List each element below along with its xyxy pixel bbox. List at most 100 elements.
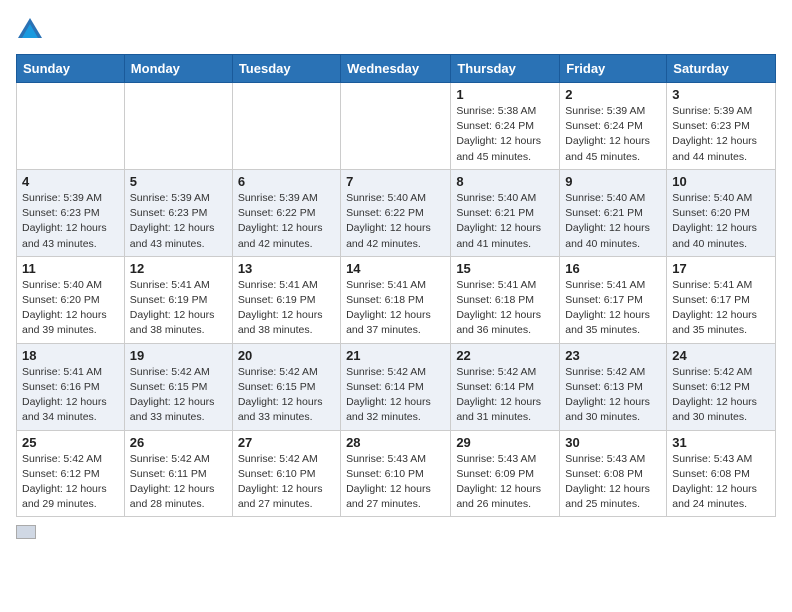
day-info: Sunrise: 5:43 AM Sunset: 6:10 PM Dayligh… [346, 452, 445, 513]
footer [16, 525, 776, 539]
day-number: 7 [346, 174, 445, 189]
day-info: Sunrise: 5:42 AM Sunset: 6:12 PM Dayligh… [22, 452, 119, 513]
day-info: Sunrise: 5:40 AM Sunset: 6:22 PM Dayligh… [346, 191, 445, 252]
day-number: 21 [346, 348, 445, 363]
day-info: Sunrise: 5:41 AM Sunset: 6:19 PM Dayligh… [130, 278, 227, 339]
calendar-cell: 11 Sunrise: 5:40 AM Sunset: 6:20 PM Dayli… [17, 256, 125, 343]
day-number: 29 [456, 435, 554, 450]
day-info: Sunrise: 5:42 AM Sunset: 6:11 PM Dayligh… [130, 452, 227, 513]
calendar-cell: 6Sunrise: 5:39 AM Sunset: 6:22 PM Daylig… [232, 169, 340, 256]
day-number: 2 [565, 87, 661, 102]
calendar-cell [341, 83, 451, 170]
weekday-header-sunday: Sunday [17, 55, 125, 83]
day-number: 18 [22, 348, 119, 363]
calendar-cell: 17 Sunrise: 5:41 AM Sunset: 6:17 PM Dayli… [667, 256, 776, 343]
day-info: Sunrise: 5:42 AM Sunset: 6:14 PM Dayligh… [346, 365, 445, 426]
day-number: 19 [130, 348, 227, 363]
day-number: 17 [672, 261, 770, 276]
day-number: 30 [565, 435, 661, 450]
calendar-cell: 31 Sunrise: 5:43 AM Sunset: 6:08 PM Dayli… [667, 430, 776, 517]
weekday-header-friday: Friday [560, 55, 667, 83]
calendar-cell [232, 83, 340, 170]
day-info: Sunrise: 5:40 AM Sunset: 6:20 PM Dayligh… [22, 278, 119, 339]
day-number: 8 [456, 174, 554, 189]
day-info: Sunrise: 5:43 AM Sunset: 6:08 PM Dayligh… [565, 452, 661, 513]
calendar-cell: 25 Sunrise: 5:42 AM Sunset: 6:12 PM Dayli… [17, 430, 125, 517]
calendar-cell: 26 Sunrise: 5:42 AM Sunset: 6:11 PM Dayli… [124, 430, 232, 517]
day-number: 24 [672, 348, 770, 363]
calendar-cell: 3 Sunrise: 5:39 AM Sunset: 6:23 PM Daylig… [667, 83, 776, 170]
day-info: Sunrise: 5:42 AM Sunset: 6:10 PM Dayligh… [238, 452, 335, 513]
day-number: 9 [565, 174, 661, 189]
day-info: Sunrise: 5:41 AM Sunset: 6:19 PM Dayligh… [238, 278, 335, 339]
calendar-cell: 8 Sunrise: 5:40 AM Sunset: 6:21 PM Daylig… [451, 169, 560, 256]
calendar-cell: 9 Sunrise: 5:40 AM Sunset: 6:21 PM Daylig… [560, 169, 667, 256]
calendar-cell: 13 Sunrise: 5:41 AM Sunset: 6:19 PM Dayli… [232, 256, 340, 343]
day-info: Sunrise: 5:38 AM Sunset: 6:24 PM Dayligh… [456, 104, 554, 165]
daylight-swatch [16, 525, 36, 539]
calendar-cell: 30 Sunrise: 5:43 AM Sunset: 6:08 PM Dayli… [560, 430, 667, 517]
day-number: 25 [22, 435, 119, 450]
calendar-cell: 27Sunrise: 5:42 AM Sunset: 6:10 PM Dayli… [232, 430, 340, 517]
day-info: Sunrise: 5:39 AM Sunset: 6:23 PM Dayligh… [672, 104, 770, 165]
calendar-week-2: 4 Sunrise: 5:39 AM Sunset: 6:23 PM Daylig… [17, 169, 776, 256]
day-info: Sunrise: 5:43 AM Sunset: 6:08 PM Dayligh… [672, 452, 770, 513]
page-header [16, 16, 776, 44]
calendar-cell: 21 Sunrise: 5:42 AM Sunset: 6:14 PM Dayli… [341, 343, 451, 430]
weekday-header-saturday: Saturday [667, 55, 776, 83]
day-number: 26 [130, 435, 227, 450]
day-number: 4 [22, 174, 119, 189]
day-number: 20 [238, 348, 335, 363]
calendar-cell: 1 Sunrise: 5:38 AM Sunset: 6:24 PM Daylig… [451, 83, 560, 170]
day-info: Sunrise: 5:39 AM Sunset: 6:24 PM Dayligh… [565, 104, 661, 165]
weekday-header-wednesday: Wednesday [341, 55, 451, 83]
calendar-cell: 14 Sunrise: 5:41 AM Sunset: 6:18 PM Dayli… [341, 256, 451, 343]
day-number: 22 [456, 348, 554, 363]
calendar-week-5: 25 Sunrise: 5:42 AM Sunset: 6:12 PM Dayli… [17, 430, 776, 517]
day-number: 3 [672, 87, 770, 102]
day-number: 13 [238, 261, 335, 276]
day-info: Sunrise: 5:42 AM Sunset: 6:14 PM Dayligh… [456, 365, 554, 426]
day-info: Sunrise: 5:40 AM Sunset: 6:20 PM Dayligh… [672, 191, 770, 252]
day-info: Sunrise: 5:41 AM Sunset: 6:16 PM Dayligh… [22, 365, 119, 426]
day-number: 10 [672, 174, 770, 189]
day-info: Sunrise: 5:42 AM Sunset: 6:13 PM Dayligh… [565, 365, 661, 426]
logo-icon [16, 16, 44, 44]
weekday-header-monday: Monday [124, 55, 232, 83]
day-info: Sunrise: 5:41 AM Sunset: 6:18 PM Dayligh… [456, 278, 554, 339]
calendar-week-3: 11 Sunrise: 5:40 AM Sunset: 6:20 PM Dayli… [17, 256, 776, 343]
calendar-cell: 23 Sunrise: 5:42 AM Sunset: 6:13 PM Dayli… [560, 343, 667, 430]
day-number: 14 [346, 261, 445, 276]
day-info: Sunrise: 5:42 AM Sunset: 6:15 PM Dayligh… [130, 365, 227, 426]
day-number: 12 [130, 261, 227, 276]
day-info: Sunrise: 5:41 AM Sunset: 6:17 PM Dayligh… [672, 278, 770, 339]
calendar-cell: 10 Sunrise: 5:40 AM Sunset: 6:20 PM Dayli… [667, 169, 776, 256]
calendar-cell [17, 83, 125, 170]
calendar-cell: 22 Sunrise: 5:42 AM Sunset: 6:14 PM Dayli… [451, 343, 560, 430]
day-info: Sunrise: 5:40 AM Sunset: 6:21 PM Dayligh… [565, 191, 661, 252]
calendar-cell: 20 Sunrise: 5:42 AM Sunset: 6:15 PM Dayli… [232, 343, 340, 430]
day-number: 11 [22, 261, 119, 276]
calendar-cell: 16Sunrise: 5:41 AM Sunset: 6:17 PM Dayli… [560, 256, 667, 343]
day-number: 31 [672, 435, 770, 450]
day-info: Sunrise: 5:42 AM Sunset: 6:15 PM Dayligh… [238, 365, 335, 426]
day-number: 28 [346, 435, 445, 450]
calendar-week-4: 18 Sunrise: 5:41 AM Sunset: 6:16 PM Dayli… [17, 343, 776, 430]
calendar-cell: 15 Sunrise: 5:41 AM Sunset: 6:18 PM Dayli… [451, 256, 560, 343]
day-info: Sunrise: 5:40 AM Sunset: 6:21 PM Dayligh… [456, 191, 554, 252]
day-number: 15 [456, 261, 554, 276]
weekday-header-thursday: Thursday [451, 55, 560, 83]
day-info: Sunrise: 5:39 AM Sunset: 6:23 PM Dayligh… [22, 191, 119, 252]
calendar-cell: 18 Sunrise: 5:41 AM Sunset: 6:16 PM Dayli… [17, 343, 125, 430]
day-number: 23 [565, 348, 661, 363]
calendar-cell [124, 83, 232, 170]
day-number: 1 [456, 87, 554, 102]
calendar-week-1: 1 Sunrise: 5:38 AM Sunset: 6:24 PM Daylig… [17, 83, 776, 170]
calendar-cell: 7 Sunrise: 5:40 AM Sunset: 6:22 PM Daylig… [341, 169, 451, 256]
day-info: Sunrise: 5:42 AM Sunset: 6:12 PM Dayligh… [672, 365, 770, 426]
calendar-cell: 5Sunrise: 5:39 AM Sunset: 6:23 PM Daylig… [124, 169, 232, 256]
logo [16, 16, 48, 44]
day-info: Sunrise: 5:41 AM Sunset: 6:17 PM Dayligh… [565, 278, 661, 339]
day-number: 5 [130, 174, 227, 189]
day-info: Sunrise: 5:41 AM Sunset: 6:18 PM Dayligh… [346, 278, 445, 339]
